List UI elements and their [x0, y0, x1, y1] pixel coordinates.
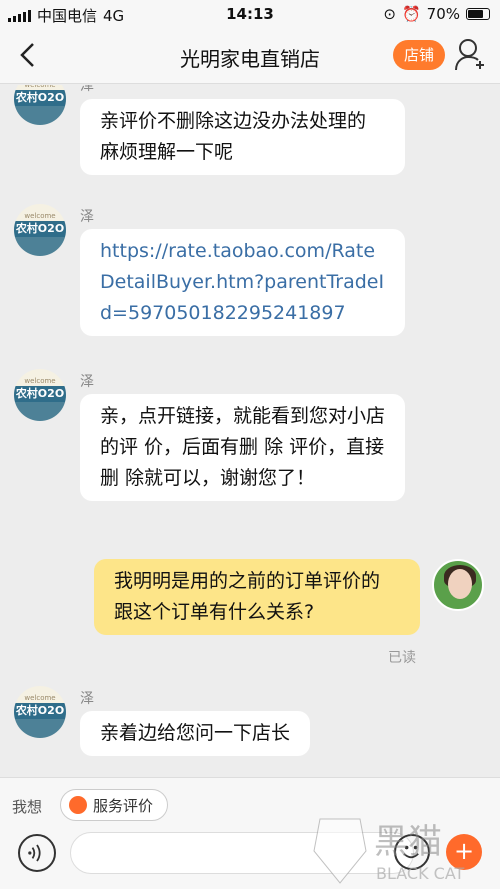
- seller-avatar[interactable]: welcome 农村O2O: [14, 204, 66, 256]
- voice-icon[interactable]: [18, 834, 56, 872]
- review-icon: [69, 796, 87, 814]
- sender-name: 泽: [80, 374, 94, 390]
- read-status: 已读: [388, 650, 416, 666]
- rotation-lock-icon: ⊙: [383, 5, 396, 23]
- message-bubble[interactable]: 亲着边给您问一下店长: [80, 711, 311, 756]
- my-message-bubble[interactable]: 我明明是用的之前的订单评价的 跟这个订单有什么关系?: [94, 559, 420, 635]
- watermark-logo: 黑猫 BLACK CAT: [313, 818, 465, 884]
- seller-avatar[interactable]: welcome 农村O2O: [14, 686, 66, 738]
- watermark-cn: 黑猫: [374, 822, 442, 862]
- sender-name: 泽: [80, 209, 94, 225]
- battery-icon: [466, 8, 490, 20]
- chat-area[interactable]: welcome 农村O2O 泽 亲评价不删除这边没办法处理的 麻烦理解一下呢 w…: [0, 85, 500, 777]
- message-bubble[interactable]: 亲，点开链接，就能看到您对小店的评 价，后面有删 除 评价，直接删 除就可以，谢…: [80, 394, 405, 501]
- battery-percent: 70%: [426, 5, 460, 23]
- message-bubble: https://rate.taobao.com/RateDetailBuyer.…: [80, 229, 405, 336]
- quick-label: 我想: [12, 798, 43, 816]
- shop-button[interactable]: 店铺: [393, 40, 445, 70]
- user-icon[interactable]: [454, 38, 486, 72]
- chip-label: 服务评价: [93, 796, 154, 815]
- watermark-en: BLACK CAT: [376, 864, 465, 883]
- sender-name: 泽: [80, 85, 94, 94]
- message-bubble[interactable]: 亲评价不删除这边没办法处理的 麻烦理解一下呢: [80, 99, 405, 175]
- status-bar: 中国电信 4G 14:13 ⊙ ⏰ 70%: [0, 0, 500, 28]
- service-review-chip[interactable]: 服务评价: [60, 789, 169, 821]
- sender-name: 泽: [80, 691, 94, 707]
- alarm-icon: ⏰: [401, 5, 421, 23]
- input-bar: 我想 服务评价 + 黑猫 BLACK CAT: [0, 777, 500, 889]
- seller-avatar[interactable]: welcome 农村O2O: [14, 85, 66, 125]
- seller-avatar[interactable]: welcome 农村O2O: [14, 369, 66, 421]
- rate-link[interactable]: https://rate.taobao.com/RateDetailBuyer.…: [100, 240, 384, 324]
- my-avatar[interactable]: [432, 559, 484, 611]
- chat-header: 光明家电直销店 店铺: [0, 28, 500, 84]
